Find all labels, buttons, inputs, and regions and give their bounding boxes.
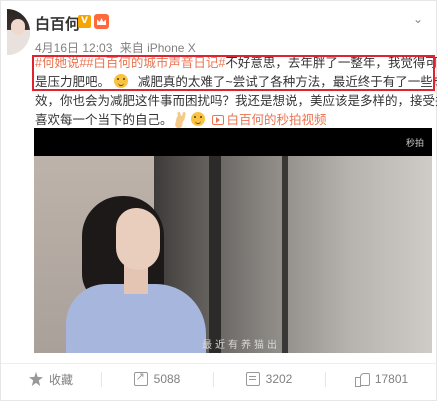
video-window-frame: [282, 156, 288, 353]
post-text-segment: 是压力肥吧。: [35, 75, 111, 89]
avatar[interactable]: [7, 9, 30, 55]
video-watermark: 秒拍: [405, 138, 424, 148]
post-timestamp[interactable]: 4月16日 12:03: [35, 41, 112, 55]
share-icon: [133, 370, 148, 386]
video-player[interactable]: 秒拍 最近有养猫出: [34, 128, 432, 353]
like-count: 17801: [374, 372, 409, 386]
post-text-segment: 喜欢每一个当下的自己。: [35, 113, 173, 127]
like-button[interactable]: 17801: [325, 364, 437, 394]
repost-button[interactable]: 5088: [101, 364, 213, 394]
repost-count: 5088: [153, 372, 181, 386]
emoji-smile-icon: [191, 112, 206, 126]
member-crown-icon[interactable]: [94, 14, 109, 29]
favorite-label: 收藏: [48, 372, 73, 387]
person-face: [116, 208, 160, 270]
chevron-down-icon[interactable]: ⌄: [410, 13, 426, 25]
weibo-post-card: 白百何 V ⌄ 4月16日 12:03 来自 iPhone X #何她说##白百…: [0, 0, 437, 401]
avatar-face: [11, 19, 25, 35]
video-window-frame: [209, 156, 221, 353]
post-text-segment: 减肥真的太难了~尝试了各种方法，最近终于有了一些成: [137, 75, 437, 89]
like-icon: [354, 372, 370, 387]
video-frame: 最近有养猫出: [34, 156, 432, 353]
video-subtitle: 最近有养猫出: [202, 340, 280, 351]
video-icon: [212, 115, 225, 125]
post-text-line-3: 效，你也会为减肥这件事而困扰吗？我还是想说，美应该是多样的，接受并: [35, 94, 437, 108]
video-link[interactable]: 白百何的秒拍视频: [226, 113, 326, 127]
star-icon: [28, 372, 43, 386]
verified-badge-icon: V: [78, 15, 91, 28]
author-name[interactable]: 白百何: [35, 13, 80, 34]
post-text-segment: 不好意思，去年胖了一整年，我觉得可能: [225, 56, 437, 70]
post-source: 来自 iPhone X: [119, 41, 196, 55]
victory-hand-icon: [176, 112, 188, 126]
post-text-line-2: 是压力肥吧。 减肥真的太难了~尝试了各种方法，最近终于有了一些成: [35, 73, 437, 92]
emoji-smile-icon: [113, 74, 128, 88]
post-text-line-1: #何她说##白百何的城市声音日记#不好意思，去年胖了一整年，我觉得可能: [35, 54, 437, 73]
action-bar: 收藏 5088 3202 17801: [1, 363, 437, 393]
comment-button[interactable]: 3202: [213, 364, 325, 394]
comment-icon: [245, 372, 260, 386]
video-person: [52, 196, 206, 353]
favorite-button[interactable]: 收藏: [1, 364, 101, 394]
hashtag-link[interactable]: #何她说##白百何的城市声音日记#: [35, 56, 225, 70]
comment-count: 3202: [265, 372, 293, 386]
person-body: [66, 284, 206, 353]
